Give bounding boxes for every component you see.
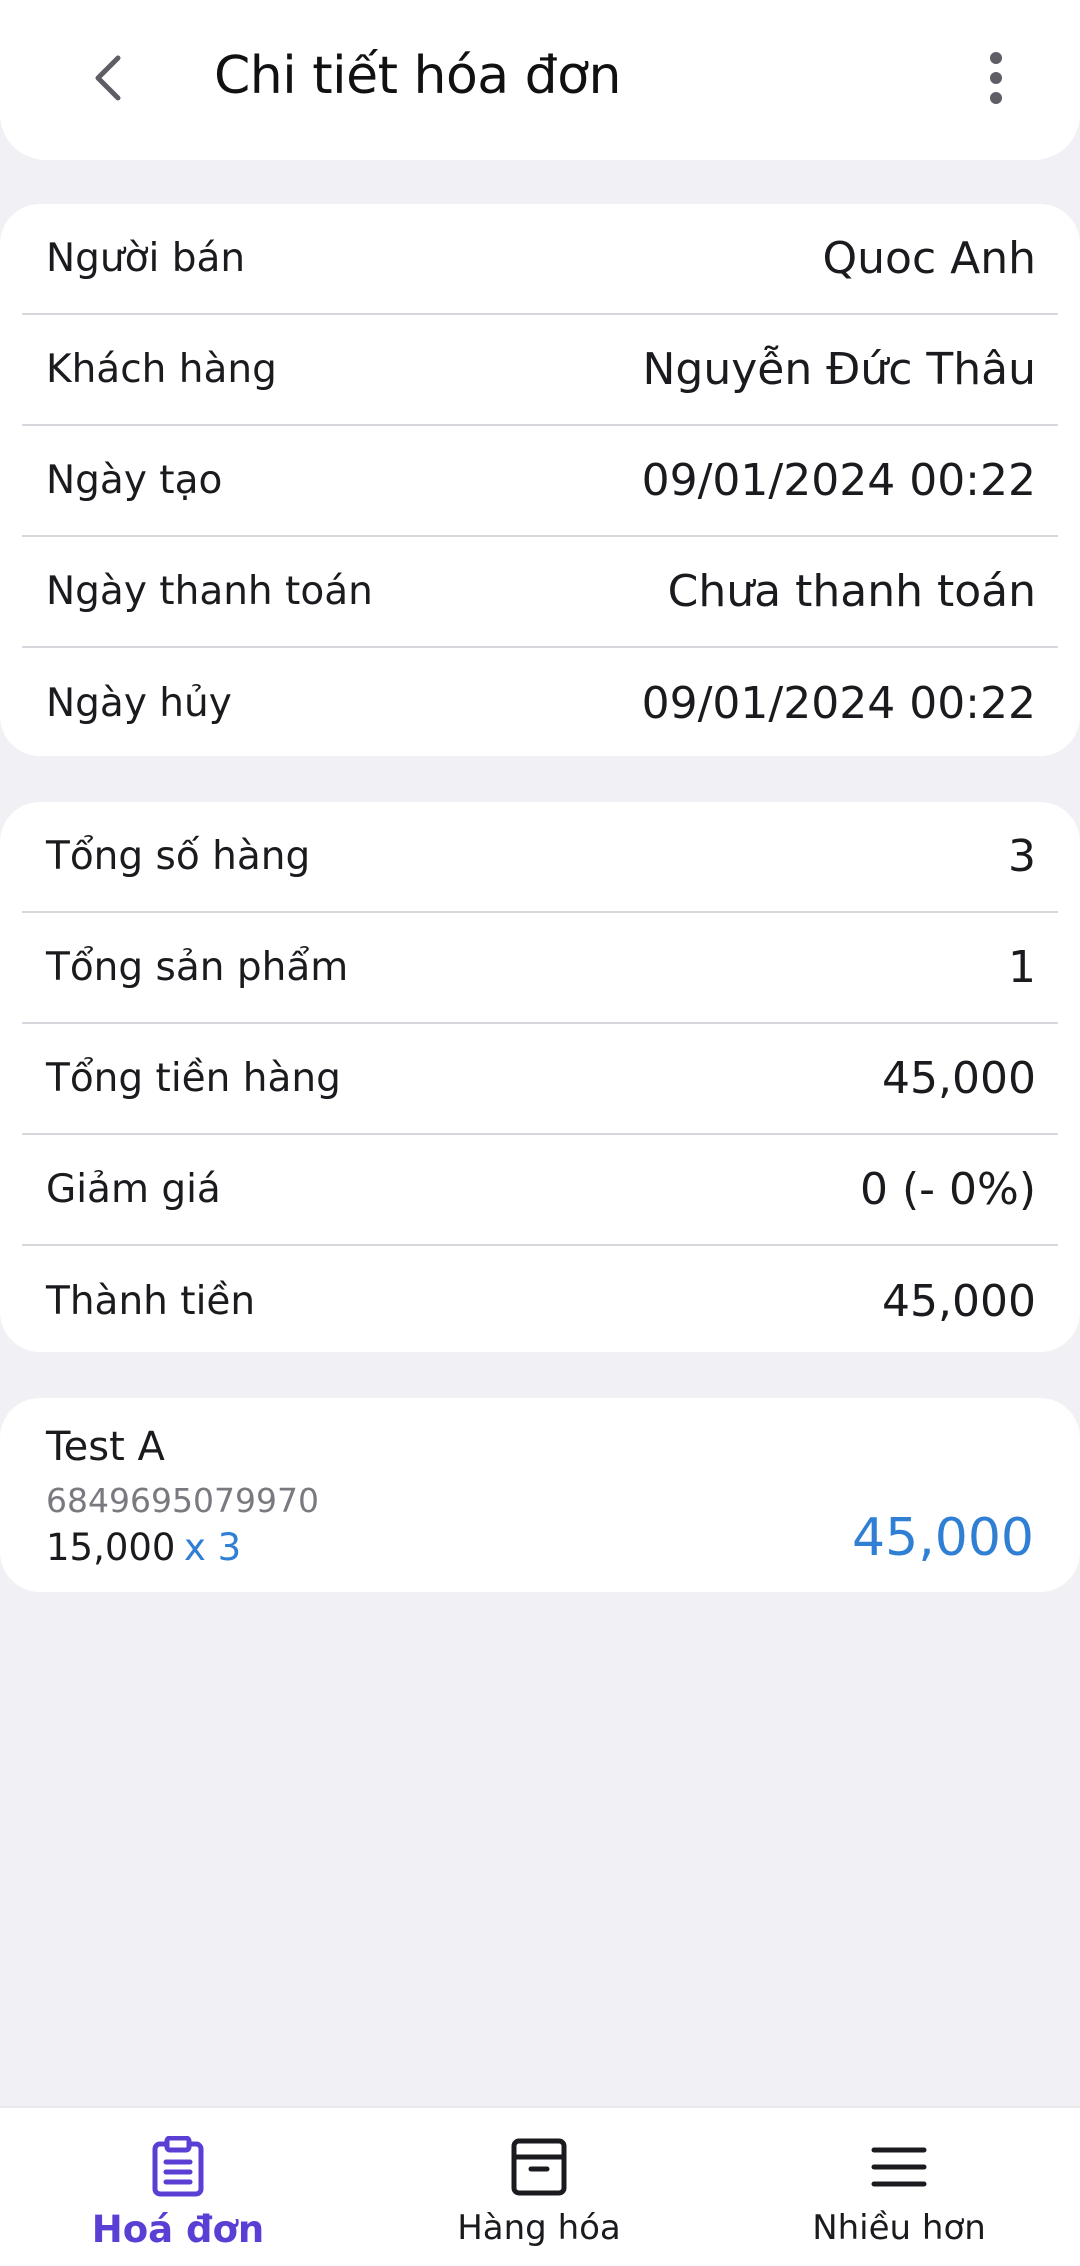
item-unit-price: 15,000 [46,1526,176,1569]
invoice-info-card: Người bán Quoc Anh Khách hàng Nguyễn Đức… [0,204,1080,756]
item-barcode: 6849695079970 [46,1481,319,1520]
discount-value: 0 (- 0%) [860,1164,1036,1215]
bottom-navigation: Hoá đơn Hàng hóa Nhiều hơn [0,2106,1080,2266]
back-button[interactable] [70,40,146,116]
subtotal-label: Tổng tiền hàng [46,1056,341,1101]
totals-row-item-count: Tổng số hàng 3 [22,802,1058,913]
payment-date-label: Ngày thanh toán [46,569,373,614]
product-count-value: 1 [1008,942,1036,993]
seller-label: Người bán [46,236,246,281]
created-date-label: Ngày tạo [46,458,223,503]
nav-item-products[interactable]: Hàng hóa [389,2108,689,2266]
seller-value: Quoc Anh [822,233,1037,284]
totals-row-product-count: Tổng sản phẩm 1 [22,913,1058,1024]
menu-icon [871,2134,927,2200]
line-item-card[interactable]: Test A 6849695079970 15,000 x 3 45,000 [0,1398,1080,1592]
clipboard-icon [151,2134,205,2200]
item-count-label: Tổng số hàng [46,834,311,879]
nav-item-more[interactable]: Nhiều hơn [749,2108,1049,2266]
item-name: Test A [46,1424,165,1470]
item-quantity: x 3 [184,1526,242,1569]
item-line-total: 45,000 [852,1508,1034,1568]
nav-item-invoices[interactable]: Hoá đơn [28,2108,328,2266]
product-count-label: Tổng sản phẩm [46,945,349,990]
nav-label-products: Hàng hóa [457,2208,621,2248]
info-row-cancel-date: Ngày hủy 09/01/2024 00:22 [22,648,1058,759]
top-app-bar: Chi tiết hóa đơn [0,0,1080,160]
info-row-payment-date: Ngày thanh toán Chưa thanh toán [22,537,1058,648]
archive-box-icon [510,2134,568,2200]
created-date-value: 09/01/2024 00:22 [641,455,1036,506]
info-row-customer[interactable]: Khách hàng Nguyễn Đức Thâu [22,315,1058,426]
invoice-totals-card: Tổng số hàng 3 Tổng sản phẩm 1 Tổng tiền… [0,802,1080,1352]
totals-row-discount: Giảm giá 0 (- 0%) [22,1135,1058,1246]
page-title: Chi tiết hóa đơn [214,46,621,106]
customer-value: Nguyễn Đức Thâu [642,344,1037,395]
info-row-created-date: Ngày tạo 09/01/2024 00:22 [22,426,1058,537]
subtotal-value: 45,000 [882,1053,1036,1104]
more-vertical-icon [990,52,1002,104]
nav-label-invoices: Hoá đơn [91,2208,265,2251]
nav-label-more: Nhiều hơn [812,2208,986,2248]
chevron-left-icon [95,55,121,101]
customer-label: Khách hàng [46,347,277,392]
info-row-seller: Người bán Quoc Anh [22,204,1058,315]
grand-total-label: Thành tiền [46,1279,256,1324]
totals-row-subtotal: Tổng tiền hàng 45,000 [22,1024,1058,1135]
discount-label: Giảm giá [46,1167,221,1212]
cancel-date-label: Ngày hủy [46,681,232,726]
item-count-value: 3 [1008,831,1036,882]
invoice-detail-screen: Chi tiết hóa đơn Người bán Quoc Anh Khác… [0,0,1080,2266]
more-options-button[interactable] [958,40,1034,116]
payment-date-value: Chưa thanh toán [667,566,1036,617]
cancel-date-value: 09/01/2024 00:22 [641,678,1036,729]
grand-total-value: 45,000 [882,1276,1036,1327]
totals-row-grand-total: Thành tiền 45,000 [22,1246,1058,1357]
